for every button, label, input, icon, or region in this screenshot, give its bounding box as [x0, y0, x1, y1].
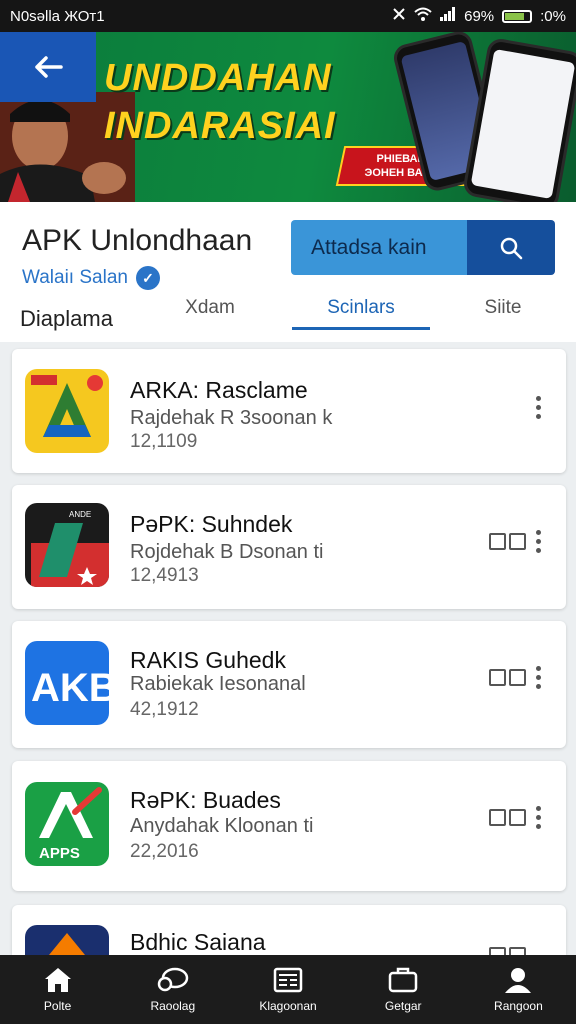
more-options-button[interactable]	[528, 799, 548, 835]
mute-icon	[392, 7, 406, 25]
download-count: 12,4913	[130, 565, 199, 586]
verified-icon: ✓	[135, 266, 160, 290]
square-button[interactable]	[489, 809, 506, 826]
app-name: RəPK: Buades	[130, 787, 281, 813]
square-button[interactable]	[509, 669, 526, 686]
app-list-item[interactable]: APPS RəPK: Buades Anydahak Kloonan ti 22…	[12, 761, 566, 891]
app-icon: ANDE	[25, 503, 109, 587]
more-options-button[interactable]	[528, 389, 548, 425]
tab-siite[interactable]: Siite	[458, 294, 548, 330]
page-header: APK Unlondhaan Walaiı Salan ✓ Attadsa ka…	[0, 202, 576, 342]
app-description: Anydahak Kloonan ti	[130, 815, 314, 837]
app-name: ARKA: Rasclame	[130, 377, 308, 403]
square-buttons[interactable]	[489, 809, 526, 826]
more-options-button[interactable]	[528, 523, 548, 559]
square-button[interactable]	[509, 809, 526, 826]
signal-icon	[440, 7, 456, 25]
briefcase-icon	[388, 967, 418, 992]
square-buttons[interactable]	[489, 947, 526, 955]
nav-item-polte[interactable]: Polte	[0, 955, 115, 1024]
home-icon	[44, 967, 71, 992]
app-list-item[interactable]: AKB RAKIS Guhedk Rabiekak Iesonanal 42,1…	[12, 621, 566, 748]
app-description: Rabiekak Iesonanal	[130, 673, 306, 695]
search-icon	[500, 237, 523, 259]
nav-item-rangoon[interactable]: Rangoon	[461, 955, 576, 1024]
promo-banner[interactable]: UNDDAHAN INDARASIAI РНІЕВАЦКИ ЭОНЕН ВАНИ…	[0, 32, 576, 202]
page-title: APK Unlondhaan	[22, 224, 253, 257]
nav-label: Polte	[43, 998, 72, 1013]
nav-label: Raoolag	[150, 998, 196, 1013]
square-buttons[interactable]	[489, 669, 526, 686]
app-icon	[25, 369, 109, 453]
nav-item-raoolag[interactable]: Raoolag	[115, 955, 230, 1024]
app-icon-text: APPS	[39, 845, 80, 862]
search-button[interactable]	[467, 220, 555, 275]
newspaper-icon	[273, 967, 303, 992]
square-buttons[interactable]	[489, 533, 526, 550]
square-button[interactable]	[509, 533, 526, 550]
phone-mockup-right	[461, 36, 576, 202]
app-name: Bdhic Saiana	[130, 929, 266, 955]
app-icon-text: AKB	[31, 666, 109, 710]
app-name: PəPK: Suhndek	[130, 511, 293, 537]
app-icon: AKB	[25, 641, 109, 725]
app-description: Rojdehak B Dsonan ti	[130, 541, 324, 563]
app-description: Rajdehak R 3soonan k	[130, 407, 333, 429]
square-button[interactable]	[509, 947, 526, 955]
more-options-button[interactable]	[528, 659, 548, 695]
app-list-item[interactable]: Bdhic Saiana	[12, 905, 566, 955]
nav-label: Rangoon	[494, 998, 543, 1013]
wifi-icon	[414, 7, 432, 25]
chat-icon	[157, 967, 189, 991]
banner-title: UNDDAHAN INDARASIAI	[104, 54, 336, 150]
battery-icon	[502, 9, 533, 23]
app-icon-text: ANDE	[69, 510, 91, 519]
tab-scinlars[interactable]: Scinlars	[292, 294, 430, 330]
back-button[interactable]	[0, 32, 96, 102]
profile-icon	[505, 967, 532, 993]
bottom-navigation: Polte Raoolag Klagoonan Getgar Rangoon	[0, 955, 576, 1024]
status-carrier: N0səlla ЖОт1	[10, 7, 105, 25]
download-button[interactable]: Attadsa kain	[291, 220, 467, 275]
section-label: Diaplama	[20, 306, 113, 331]
nav-item-klagoonan[interactable]: Klagoonan	[230, 955, 345, 1024]
status-bar: N0səlla ЖОт1 69% :0%	[0, 0, 576, 32]
battery-level	[505, 12, 525, 20]
nav-item-getgar[interactable]: Getgar	[346, 955, 461, 1024]
tab-xdam[interactable]: Xdam	[165, 294, 255, 330]
app-list-item[interactable]: ARKA: Rasclame Rajdehak R 3soonan k 12,1…	[12, 349, 566, 473]
nav-label: Klagoonan	[259, 998, 317, 1013]
square-button[interactable]	[489, 947, 506, 955]
status-time: :0%	[540, 7, 566, 25]
app-list-item[interactable]: ANDE PəPK: Suhndek Rojdehak B Dsonan ti …	[12, 485, 566, 609]
nav-label: Getgar	[384, 998, 422, 1013]
app-icon: APPS	[25, 782, 109, 866]
arrow-left-icon	[35, 56, 63, 78]
app-name: RAKIS Guhedk	[130, 647, 286, 673]
download-count: 42,1912	[130, 699, 199, 720]
developer-name[interactable]: Walaiı Salan	[22, 267, 128, 289]
battery-percent: 69%	[464, 7, 495, 25]
banner-title-line2: INDARASIAI	[104, 105, 336, 147]
download-count: 12,1109	[130, 431, 198, 452]
app-icon	[25, 925, 109, 955]
download-bar: Attadsa kain	[291, 220, 555, 275]
square-button[interactable]	[489, 533, 506, 550]
download-count: 22,2016	[130, 841, 199, 862]
banner-title-line1: UNDDAHAN	[104, 57, 332, 99]
square-button[interactable]	[489, 669, 506, 686]
